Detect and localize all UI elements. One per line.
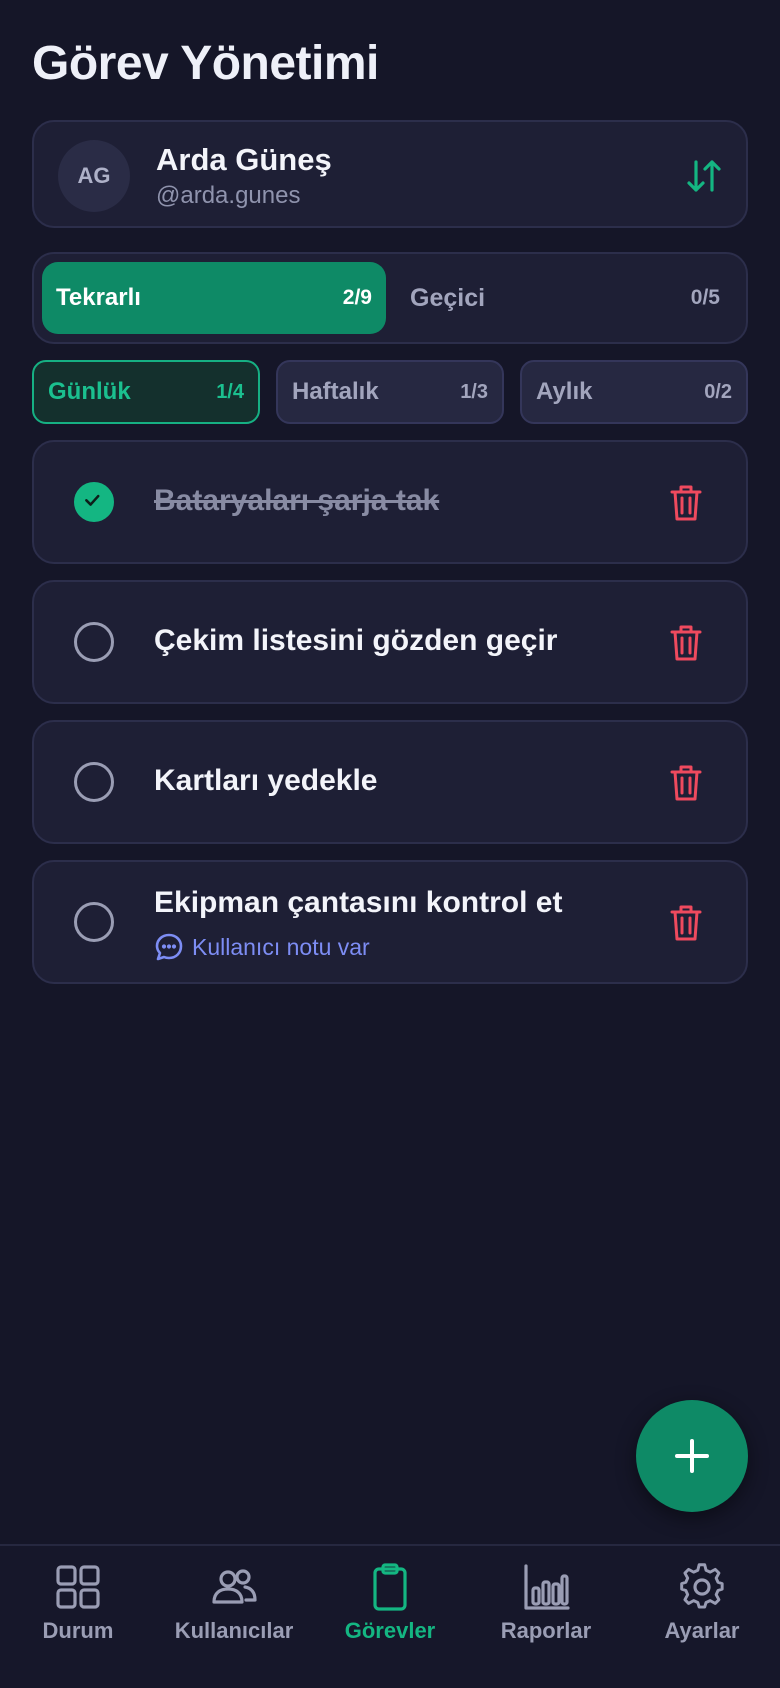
avatar: AG — [58, 140, 130, 212]
tab-label: Tekrarlı — [56, 284, 141, 311]
tab-tekrarli[interactable]: Tekrarlı 2/9 — [42, 262, 386, 334]
nav-label: Durum — [42, 1618, 114, 1643]
tab-count: 0/2 — [704, 380, 732, 403]
swap-sort-icon[interactable] — [684, 156, 724, 196]
note-label: Kullanıcı notu var — [192, 933, 370, 960]
tab-gecici[interactable]: Geçici 0/5 — [396, 262, 740, 334]
trash-icon[interactable] — [670, 624, 702, 662]
task-item[interactable]: Çekim listesini gözden geçir — [32, 580, 748, 704]
add-task-button[interactable] — [636, 1400, 748, 1512]
task-item[interactable]: Kartları yedekle — [32, 720, 748, 844]
task-item[interactable]: Ekipman çantasını kontrol et Kullanıcı n… — [32, 860, 748, 984]
tab-aylik[interactable]: Aylık 0/2 — [520, 360, 748, 424]
check-icon — [85, 494, 100, 506]
tab-label: Haftalık — [292, 378, 379, 405]
task-item[interactable]: Bataryaları şarja tak — [32, 440, 748, 564]
tab-label: Günlük — [48, 378, 131, 405]
user-handle: @arda.gunes — [156, 182, 301, 209]
user-card: AG Arda Güneş @arda.gunes — [32, 120, 748, 228]
trash-icon[interactable] — [670, 484, 702, 522]
tab-label: Geçici — [410, 283, 486, 312]
type-tabs: Tekrarlı 2/9 Geçici 0/5 — [32, 252, 748, 344]
tab-label: Aylık — [536, 378, 593, 405]
tab-haftalik[interactable]: Haftalık 1/3 — [276, 360, 504, 424]
gear-icon — [680, 1563, 724, 1609]
checkbox-unchecked[interactable] — [74, 622, 114, 662]
nav-item-durum[interactable]: Durum — [0, 1562, 156, 1644]
nav-item-kullanicilar[interactable]: Kullanıcılar — [156, 1562, 312, 1644]
plus-icon — [675, 1439, 709, 1473]
task-title: Bataryaları şarja tak — [154, 484, 440, 517]
nav-item-gorevler[interactable]: Görevler — [312, 1562, 468, 1644]
bar-chart-icon — [524, 1564, 570, 1610]
nav-item-ayarlar[interactable]: Ayarlar — [624, 1562, 780, 1644]
nav-label: Raporlar — [500, 1618, 592, 1643]
nav-item-raporlar[interactable]: Raporlar — [468, 1562, 624, 1644]
nav-label: Ayarlar — [664, 1618, 740, 1643]
user-note-indicator[interactable]: Kullanıcı notu var — [154, 932, 370, 962]
clipboard-icon — [373, 1563, 407, 1611]
tab-count: 0/5 — [690, 286, 720, 309]
tab-gunluk[interactable]: Günlük 1/4 — [32, 360, 260, 424]
nav-label: Kullanıcılar — [174, 1618, 294, 1643]
user-name: Arda Güneş — [156, 142, 332, 177]
users-icon — [212, 1569, 257, 1604]
task-title: Ekipman çantasını kontrol et — [154, 886, 563, 919]
tab-count: 2/9 — [342, 286, 372, 309]
screen: Görev Yönetimi AG Arda Güneş @arda.gunes… — [0, 0, 780, 1688]
bottom-nav: Durum Kullanıcılar Görevler Raporlar Aya… — [0, 1544, 780, 1688]
nav-label: Görevler — [344, 1618, 436, 1643]
tab-count: 1/3 — [460, 380, 488, 403]
page-title: Görev Yönetimi — [32, 37, 379, 90]
grid-icon — [56, 1565, 100, 1609]
chat-bubble-icon — [155, 933, 183, 961]
checkbox-checked[interactable] — [74, 482, 114, 522]
checkbox-unchecked[interactable] — [74, 762, 114, 802]
task-title: Kartları yedekle — [154, 764, 378, 797]
trash-icon[interactable] — [670, 764, 702, 802]
task-title: Çekim listesini gözden geçir — [154, 624, 558, 657]
tab-count: 1/4 — [216, 380, 244, 403]
trash-icon[interactable] — [670, 904, 702, 942]
checkbox-unchecked[interactable] — [74, 902, 114, 942]
